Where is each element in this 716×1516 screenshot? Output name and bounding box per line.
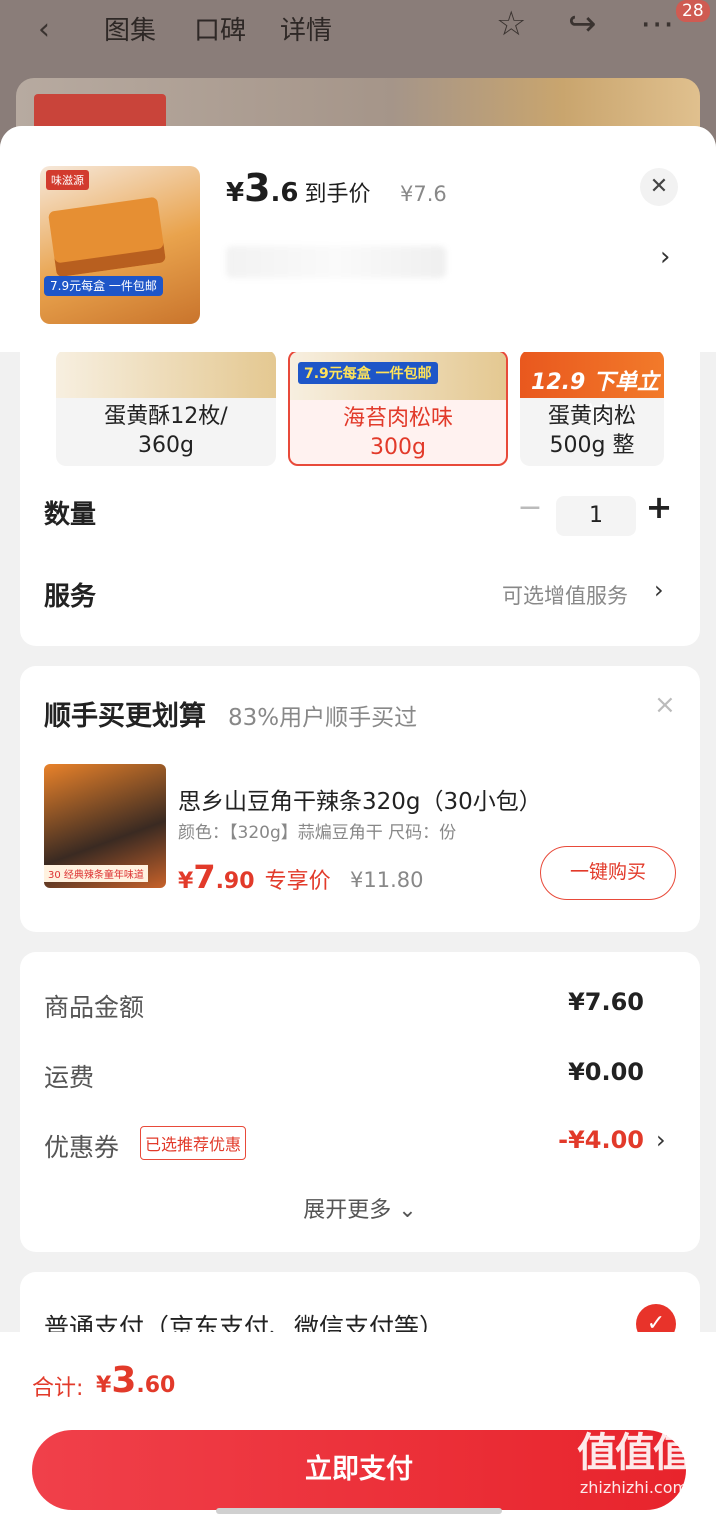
close-icon[interactable]: ✕ [640, 168, 678, 206]
coupon-label: 优惠券 [44, 1133, 120, 1162]
checkout-footer: 合计: ¥3.60 立即支付 值值值 zhizhizhi.com [0, 1332, 716, 1516]
more-icon[interactable]: ⋯ [640, 4, 674, 44]
spec-panel: 蛋黄酥12枚/360g 7.9元每盒 一件包邮 海苔肉松味 300g 12.9 下… [20, 326, 700, 646]
quantity-label: 数量 [44, 500, 97, 530]
close-icon[interactable]: × [654, 690, 676, 720]
shipping-value: ¥0.00 [568, 1058, 644, 1086]
sheet-header: 味滋源 7.9元每盒 一件包邮 ¥3.6 到手价 ¥7.6 ✕ › [0, 126, 716, 352]
one-click-buy-button[interactable]: 一键购买 [540, 846, 676, 900]
variant-image [56, 350, 276, 398]
shipping-label: 运费 [44, 1063, 95, 1092]
purchase-sheet: 味滋源 7.9元每盒 一件包邮 ¥3.6 到手价 ¥7.6 ✕ › 蛋黄酥12枚/… [0, 126, 716, 1516]
tab-reviews[interactable]: 口碑 [194, 10, 246, 47]
upsell-original-price: ¥11.80 [350, 868, 424, 892]
back-icon[interactable]: ‹ [38, 12, 50, 47]
order-totals-card: 商品金额 ¥7.60 运费 ¥0.00 优惠券 已选推荐优惠 -¥4.00 › … [20, 952, 700, 1252]
chevron-right-icon[interactable]: › [656, 1126, 666, 1154]
upsell-title: 顺手买更划算 [44, 701, 206, 732]
share-icon[interactable]: ↪ [568, 4, 597, 44]
promo-badge: 7.9元每盒 一件包邮 [44, 276, 163, 296]
upsell-card: 顺手买更划算 83%用户顺手买过 × 30 经典辣条童年味道 思乡山豆角干辣条3… [20, 666, 700, 932]
upsell-thumb-tag: 30 经典辣条童年味道 [44, 865, 148, 882]
product-top-nav: ‹ 图集 口碑 详情 ☆ ↪ ⋯ 28 [0, 0, 716, 56]
message-count-badge: 28 [676, 0, 710, 22]
variant-promo-badge: 7.9元每盒 一件包邮 [298, 362, 438, 384]
quantity-plus-button[interactable]: + [644, 488, 674, 526]
service-hint[interactable]: 可选增值服务 [502, 580, 628, 610]
goods-amount-value: ¥7.60 [568, 988, 644, 1016]
coupon-tag: 已选推荐优惠 [140, 1126, 247, 1160]
final-price: ¥3.6 到手价 [226, 166, 371, 210]
upsell-product-thumbnail[interactable]: 30 经典辣条童年味道 [44, 764, 166, 888]
chevron-right-icon[interactable]: › [654, 576, 664, 604]
total-value: ¥3.60 [96, 1360, 176, 1401]
quantity-input[interactable]: 1 [556, 496, 636, 536]
blurred-product-name [226, 246, 446, 278]
brand-logo: 味滋源 [46, 170, 89, 190]
watermark: 值值值 zhizhizhi.com [577, 1430, 693, 1497]
variant-option-1[interactable]: 蛋黄酥12枚/360g [56, 350, 276, 466]
tab-details[interactable]: 详情 [280, 10, 332, 47]
total-label: 合计: [32, 1376, 84, 1401]
variant-option-2-selected[interactable]: 7.9元每盒 一件包邮 海苔肉松味 300g [288, 350, 508, 466]
quantity-minus-button[interactable]: − [516, 490, 544, 525]
tab-gallery[interactable]: 图集 [104, 10, 156, 47]
product-thumbnail: 味滋源 7.9元每盒 一件包邮 [40, 166, 200, 324]
chevron-right-icon[interactable]: › [660, 242, 670, 272]
goods-amount-label: 商品金额 [44, 993, 145, 1022]
star-icon[interactable]: ☆ [496, 4, 526, 44]
home-indicator [216, 1508, 502, 1514]
variant-option-3[interactable]: 12.9 下单立减 蛋黄肉松 500g 整 [520, 350, 664, 466]
upsell-product-name[interactable]: 思乡山豆角干辣条320g（30小包） [178, 782, 542, 816]
expand-more-button[interactable]: 展开更多 ⌄ [20, 1192, 700, 1224]
upsell-product-attrs: 颜色：【320g】蒜煸豆角干 尺码：份 [178, 823, 457, 843]
original-price: ¥7.6 [400, 182, 447, 206]
service-label: 服务 [44, 582, 97, 612]
product-cake-image [47, 196, 167, 278]
coupon-value[interactable]: -¥4.00 [558, 1126, 644, 1154]
upsell-subtitle: 83%用户顺手买过 [228, 705, 418, 731]
upsell-price: ¥7.90 专享价 [178, 858, 331, 896]
